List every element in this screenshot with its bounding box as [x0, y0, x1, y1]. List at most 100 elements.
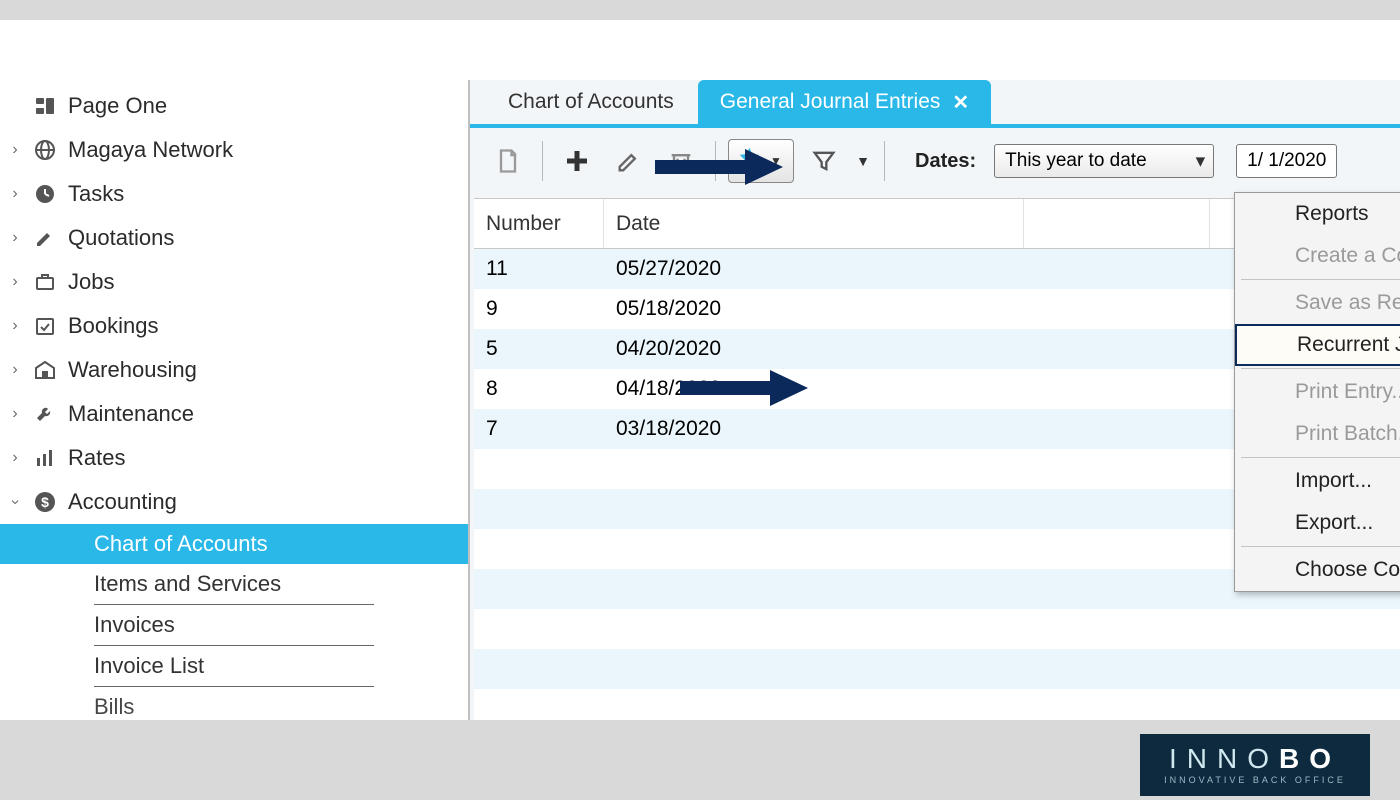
- table-row-empty: [474, 649, 1400, 689]
- menu-separator: [1241, 546, 1400, 547]
- dollar-circle-icon: $: [32, 489, 58, 515]
- menu-separator: [1241, 368, 1400, 369]
- menu-separator: [1241, 457, 1400, 458]
- sidebar-sub-chart-of-accounts[interactable]: Chart of Accounts: [0, 524, 468, 564]
- filter-button[interactable]: [802, 139, 846, 183]
- delete-button[interactable]: [659, 139, 703, 183]
- workspace: Page One › Magaya Network › Tasks ›: [0, 80, 1400, 720]
- brand-logo: INNOBO INNOVATIVE BACK OFFICE: [1140, 734, 1370, 796]
- sidebar-item-jobs[interactable]: › Jobs: [0, 260, 468, 304]
- menu-choose-columns[interactable]: Choose Columns...: [1235, 549, 1400, 591]
- window-titlebar: [0, 20, 1400, 80]
- sidebar-item-label: Page One: [68, 93, 167, 119]
- sidebar-item-label: Magaya Network: [68, 137, 233, 163]
- sidebar-sub-label: Bills: [94, 694, 134, 720]
- cell-number: 11: [474, 257, 604, 281]
- main-panel: Chart of Accounts General Journal Entrie…: [470, 80, 1400, 720]
- sidebar: Page One › Magaya Network › Tasks ›: [0, 80, 470, 720]
- briefcase-icon: [32, 269, 58, 295]
- sidebar-item-warehousing[interactable]: › Warehousing: [0, 348, 468, 392]
- dates-label: Dates:: [915, 150, 976, 173]
- sidebar-item-quotations[interactable]: › Quotations: [0, 216, 468, 260]
- sidebar-item-label: Warehousing: [68, 357, 197, 383]
- add-button[interactable]: [555, 139, 599, 183]
- table-row-empty: [474, 609, 1400, 649]
- svg-text:$: $: [41, 494, 49, 510]
- date-start-value: 1/ 1/2020: [1247, 150, 1326, 172]
- sidebar-item-maintenance[interactable]: › Maintenance: [0, 392, 468, 436]
- tab-general-journal-entries[interactable]: General Journal Entries ✕: [698, 80, 991, 124]
- col-date[interactable]: Date: [604, 199, 1024, 248]
- menu-reports[interactable]: Reports ▶: [1235, 193, 1400, 235]
- sidebar-item-label: Jobs: [68, 269, 114, 295]
- chevron-down-icon: ▼: [770, 154, 782, 168]
- brand-name: INNOBO: [1169, 745, 1341, 773]
- col-empty: [1024, 199, 1210, 248]
- menu-create-copy: Create a Copy...: [1235, 235, 1400, 277]
- cell-number: 9: [474, 297, 604, 321]
- cell-date: 03/18/2020: [604, 417, 1024, 441]
- menu-label: Create a Copy...: [1295, 244, 1400, 268]
- page-one-icon: [32, 93, 58, 119]
- sidebar-item-label: Bookings: [68, 313, 159, 339]
- sidebar-sub-label: Invoices: [94, 612, 175, 638]
- app-frame: Page One › Magaya Network › Tasks ›: [0, 20, 1400, 720]
- sidebar-item-page-one[interactable]: Page One: [0, 84, 468, 128]
- separator: [884, 141, 885, 181]
- tab-chart-of-accounts[interactable]: Chart of Accounts: [486, 80, 696, 124]
- date-range-value: This year to date: [1005, 150, 1147, 172]
- edit-button[interactable]: [607, 139, 651, 183]
- separator: [715, 141, 716, 181]
- actions-dropdown-menu: Reports ▶ Create a Copy... Save as Recur…: [1234, 192, 1400, 592]
- sidebar-sub-invoice-list[interactable]: Invoice List: [0, 646, 468, 686]
- sidebar-sub-invoices[interactable]: Invoices: [0, 605, 468, 645]
- actions-dropdown-button[interactable]: ▼: [728, 139, 794, 183]
- sidebar-item-accounting[interactable]: › $ Accounting: [0, 480, 468, 524]
- cell-date: 04/20/2020: [604, 337, 1024, 361]
- chart-bars-icon: [32, 445, 58, 471]
- sidebar-sub-label: Items and Services: [94, 571, 281, 597]
- separator: [542, 141, 543, 181]
- menu-label: Import...: [1295, 469, 1372, 493]
- sidebar-item-label: Accounting: [68, 489, 177, 515]
- tab-label: General Journal Entries: [720, 90, 941, 114]
- sidebar-sub-label: Invoice List: [94, 653, 204, 679]
- menu-label: Choose Columns...: [1295, 558, 1400, 582]
- sidebar-item-magaya-network[interactable]: › Magaya Network: [0, 128, 468, 172]
- menu-print-entry: Print Entry...: [1235, 371, 1400, 413]
- date-range-select[interactable]: This year to date: [994, 144, 1214, 178]
- sidebar-item-label: Maintenance: [68, 401, 194, 427]
- menu-recurrent-entries[interactable]: Recurrent Journal Entries: [1235, 324, 1400, 366]
- tab-label: Chart of Accounts: [508, 90, 674, 114]
- sidebar-sub-bills[interactable]: Bills: [0, 687, 468, 720]
- toolbar: ▼ ▼ Dates: This year to date 1/ 1/2020: [470, 128, 1400, 194]
- menu-label: Print Entry...: [1295, 380, 1400, 404]
- menu-print-batch: Print Batch...: [1235, 413, 1400, 455]
- filter-dropdown-caret[interactable]: ▼: [854, 139, 872, 183]
- tab-bar: Chart of Accounts General Journal Entrie…: [470, 80, 1400, 128]
- menu-import[interactable]: Import...: [1235, 460, 1400, 502]
- sidebar-sub-label: Chart of Accounts: [94, 531, 268, 557]
- sidebar-item-bookings[interactable]: › Bookings: [0, 304, 468, 348]
- menu-export[interactable]: Export...: [1235, 502, 1400, 544]
- cell-number: 8: [474, 377, 604, 401]
- menu-label: Export...: [1295, 511, 1373, 535]
- warehouse-icon: [32, 357, 58, 383]
- wrench-icon: [32, 401, 58, 427]
- cell-date: 04/18/2020: [604, 377, 1024, 401]
- sidebar-sub-items-services[interactable]: Items and Services: [0, 564, 468, 604]
- menu-label: Save as Recurrent...: [1295, 291, 1400, 315]
- close-icon[interactable]: ✕: [952, 90, 969, 115]
- cell-number: 5: [474, 337, 604, 361]
- sidebar-item-tasks[interactable]: › Tasks: [0, 172, 468, 216]
- menu-save-recurrent: Save as Recurrent...: [1235, 282, 1400, 324]
- menu-label: Recurrent Journal Entries: [1297, 333, 1400, 357]
- sidebar-item-rates[interactable]: › Rates: [0, 436, 468, 480]
- document-icon[interactable]: [486, 139, 530, 183]
- sidebar-item-label: Quotations: [68, 225, 174, 251]
- menu-separator: [1241, 279, 1400, 280]
- col-number[interactable]: Number: [474, 199, 604, 248]
- cell-number: 7: [474, 417, 604, 441]
- sidebar-item-label: Rates: [68, 445, 125, 471]
- date-start-input[interactable]: 1/ 1/2020: [1236, 144, 1337, 178]
